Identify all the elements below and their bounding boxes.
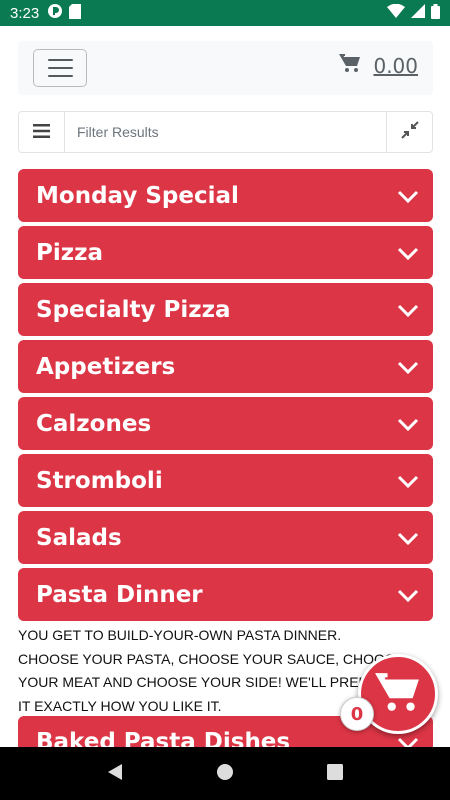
recents-icon[interactable] (327, 763, 344, 784)
category-monday-special[interactable]: Monday Special (18, 169, 433, 222)
cart-icon (339, 53, 361, 79)
filter-bar: Filter Results (18, 111, 433, 153)
chevron-down-icon (397, 241, 419, 267)
category-label: Calzones (36, 410, 152, 437)
hamburger-icon-line (47, 59, 73, 61)
category-calzones[interactable]: Calzones (18, 397, 433, 450)
top-navbar: 0.00 (18, 41, 433, 95)
cart-icon (375, 671, 421, 717)
description-line: YOU GET TO BUILD-YOUR-OWN PASTA DINNER. (18, 627, 342, 643)
chevron-down-icon (397, 298, 419, 324)
cart-total-amount[interactable]: 0.00 (373, 54, 418, 78)
hamburger-icon-line (47, 67, 73, 69)
chevron-down-icon (397, 412, 419, 438)
chevron-down-icon (397, 526, 419, 552)
hamburger-icon-line (47, 75, 73, 77)
category-label: Salads (36, 524, 122, 551)
chevron-down-icon (397, 184, 419, 210)
home-icon[interactable] (216, 763, 234, 785)
category-pizza[interactable]: Pizza (18, 226, 433, 279)
status-time: 3:23 (10, 4, 40, 22)
cart-total-link[interactable]: 0.00 (339, 53, 418, 79)
sd-card-icon (69, 3, 82, 23)
back-icon[interactable] (107, 763, 123, 785)
battery-icon (431, 3, 440, 23)
collapse-all-button[interactable] (386, 112, 432, 152)
category-label: Pizza (36, 239, 104, 266)
category-label: Baked Pasta Dishes (36, 729, 291, 747)
category-specialty-pizza[interactable]: Specialty Pizza (18, 283, 433, 336)
chevron-down-icon (397, 355, 419, 381)
hamburger-menu-button[interactable] (33, 49, 87, 87)
notification-app-icon (47, 3, 63, 23)
system-navigation-bar (0, 747, 450, 800)
category-label: Pasta Dinner (36, 581, 203, 608)
category-appetizers[interactable]: Appetizers (18, 340, 433, 393)
signal-icon (411, 4, 425, 22)
collapse-arrows-icon (400, 121, 419, 143)
category-label: Appetizers (36, 353, 176, 380)
chevron-down-icon (397, 583, 419, 609)
category-pasta-dinner[interactable]: Pasta Dinner (18, 568, 433, 621)
wifi-icon (387, 3, 405, 22)
category-salads[interactable]: Salads (18, 511, 433, 564)
status-bar: 3:23 (0, 0, 450, 26)
list-view-button[interactable] (19, 112, 65, 152)
category-stromboli[interactable]: Stromboli (18, 454, 433, 507)
category-label: Specialty Pizza (36, 296, 231, 323)
category-label: Stromboli (36, 467, 163, 494)
category-label: Monday Special (36, 182, 239, 209)
list-icon (33, 123, 50, 142)
filter-results-input[interactable]: Filter Results (65, 112, 386, 152)
cart-count-badge: 0 (340, 697, 374, 731)
chevron-down-icon (397, 469, 419, 495)
